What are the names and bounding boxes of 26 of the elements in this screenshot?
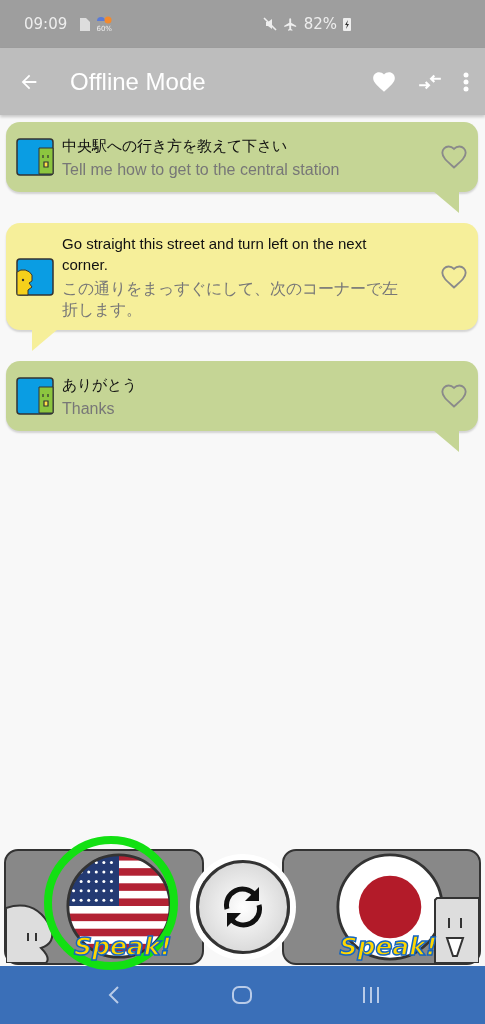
translation-text: この通りをまっすぐにして、次のコーナーで左折します。 xyxy=(62,279,399,320)
battery-percent: 82% xyxy=(303,15,337,33)
mute-icon xyxy=(262,17,277,31)
chevron-left-icon xyxy=(108,986,121,1004)
character-avatar-icon xyxy=(16,377,54,415)
home-icon xyxy=(231,985,254,1005)
character-avatar-icon xyxy=(16,138,54,176)
battery-charging-icon xyxy=(343,17,351,31)
favorite-heart-button[interactable] xyxy=(440,383,468,409)
clock-time: 09:09 xyxy=(24,15,68,33)
character-avatar-icon xyxy=(16,257,54,296)
translation-text: Tell me how to get to the central station xyxy=(62,159,341,180)
weather-icon xyxy=(96,15,113,25)
source-text: Go straight this street and turn left on the next corner. xyxy=(62,234,368,275)
screen-title: Offline Mode xyxy=(70,67,206,96)
more-options-button[interactable] xyxy=(463,70,469,93)
source-text: 中央駅への行き方を教えて下さい xyxy=(62,135,288,156)
airplane-icon xyxy=(282,16,298,32)
sim-card-icon xyxy=(79,17,91,31)
speak-label: Speak! xyxy=(74,932,172,961)
favorite-heart-button[interactable] xyxy=(440,144,468,170)
us-flag-icon xyxy=(66,853,172,959)
favorite-heart-button[interactable] xyxy=(440,263,468,290)
recent-apps-icon xyxy=(360,986,381,1004)
source-text: ありがとう xyxy=(62,374,138,395)
translation-text: Thanks xyxy=(62,398,116,419)
